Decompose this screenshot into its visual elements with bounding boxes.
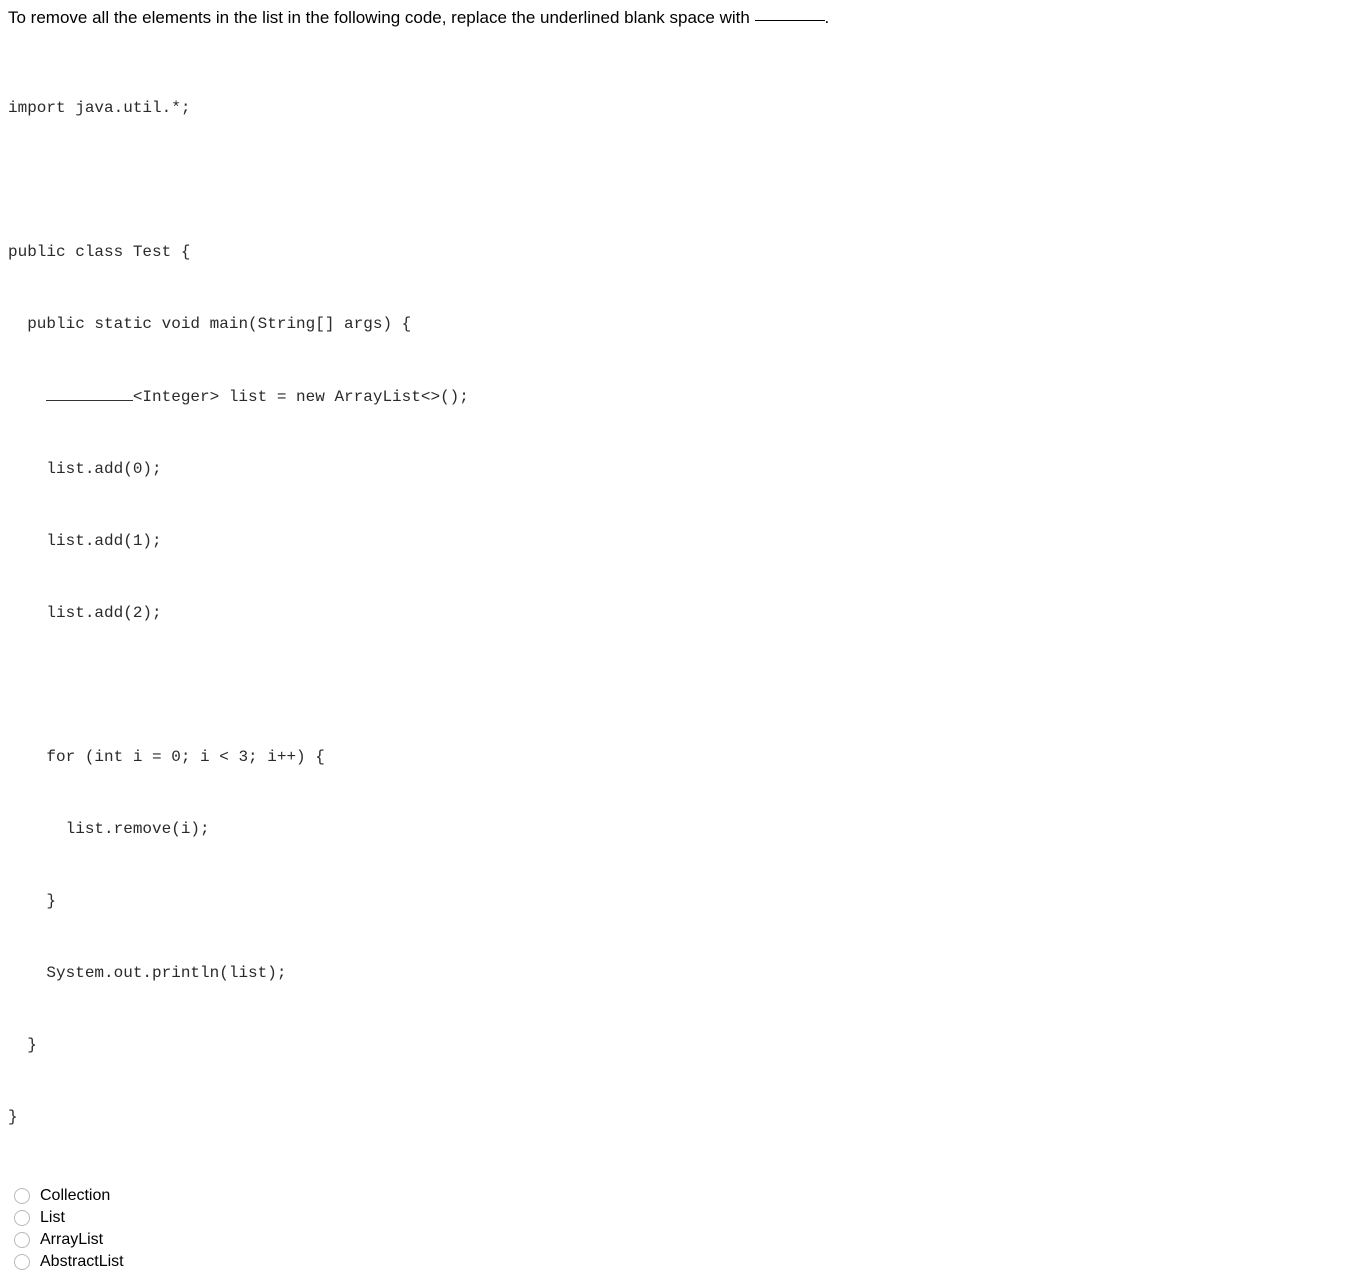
radio-icon[interactable] [14, 1232, 30, 1248]
code-line: list.add(2); [8, 601, 1356, 625]
radio-icon[interactable] [14, 1254, 30, 1270]
option-collection[interactable]: Collection [8, 1185, 1356, 1207]
radio-icon[interactable] [14, 1188, 30, 1204]
option-label: AbstractList [40, 1253, 124, 1271]
code-line: import java.util.*; [8, 96, 1356, 120]
code-line: System.out.println(list); [8, 961, 1356, 985]
option-label: ArrayList [40, 1231, 103, 1249]
answer-options: Collection List ArrayList AbstractList [8, 1185, 1356, 1272]
prompt-text-prefix: To remove all the elements in the list i… [8, 8, 755, 27]
code-line: } [8, 1033, 1356, 1057]
question-container: To remove all the elements in the list i… [0, 0, 1364, 1272]
code-blank-line [8, 673, 1356, 697]
code-line: } [8, 889, 1356, 913]
option-arraylist[interactable]: ArrayList [8, 1229, 1356, 1251]
code-block: import java.util.*; public class Test { … [8, 48, 1356, 1177]
question-prompt: To remove all the elements in the list i… [8, 6, 1356, 30]
code-blank-line [8, 168, 1356, 192]
blank-placeholder [755, 20, 825, 21]
option-label: List [40, 1209, 65, 1227]
option-list[interactable]: List [8, 1207, 1356, 1229]
code-line: list.add(0); [8, 457, 1356, 481]
code-line: public static void main(String[] args) { [8, 312, 1356, 336]
option-abstractlist[interactable]: AbstractList [8, 1251, 1356, 1272]
underlined-blank [46, 384, 132, 401]
code-line: for (int i = 0; i < 3; i++) { [8, 745, 1356, 769]
code-after-blank: <Integer> list = new ArrayList<>(); [133, 388, 469, 406]
code-line: list.remove(i); [8, 817, 1356, 841]
code-line: list.add(1); [8, 529, 1356, 553]
code-line: public class Test { [8, 240, 1356, 264]
code-line: } [8, 1105, 1356, 1129]
code-line-with-blank: <Integer> list = new ArrayList<>(); [8, 384, 1356, 409]
radio-icon[interactable] [14, 1210, 30, 1226]
option-label: Collection [40, 1187, 110, 1205]
prompt-text-suffix: . [825, 8, 830, 27]
